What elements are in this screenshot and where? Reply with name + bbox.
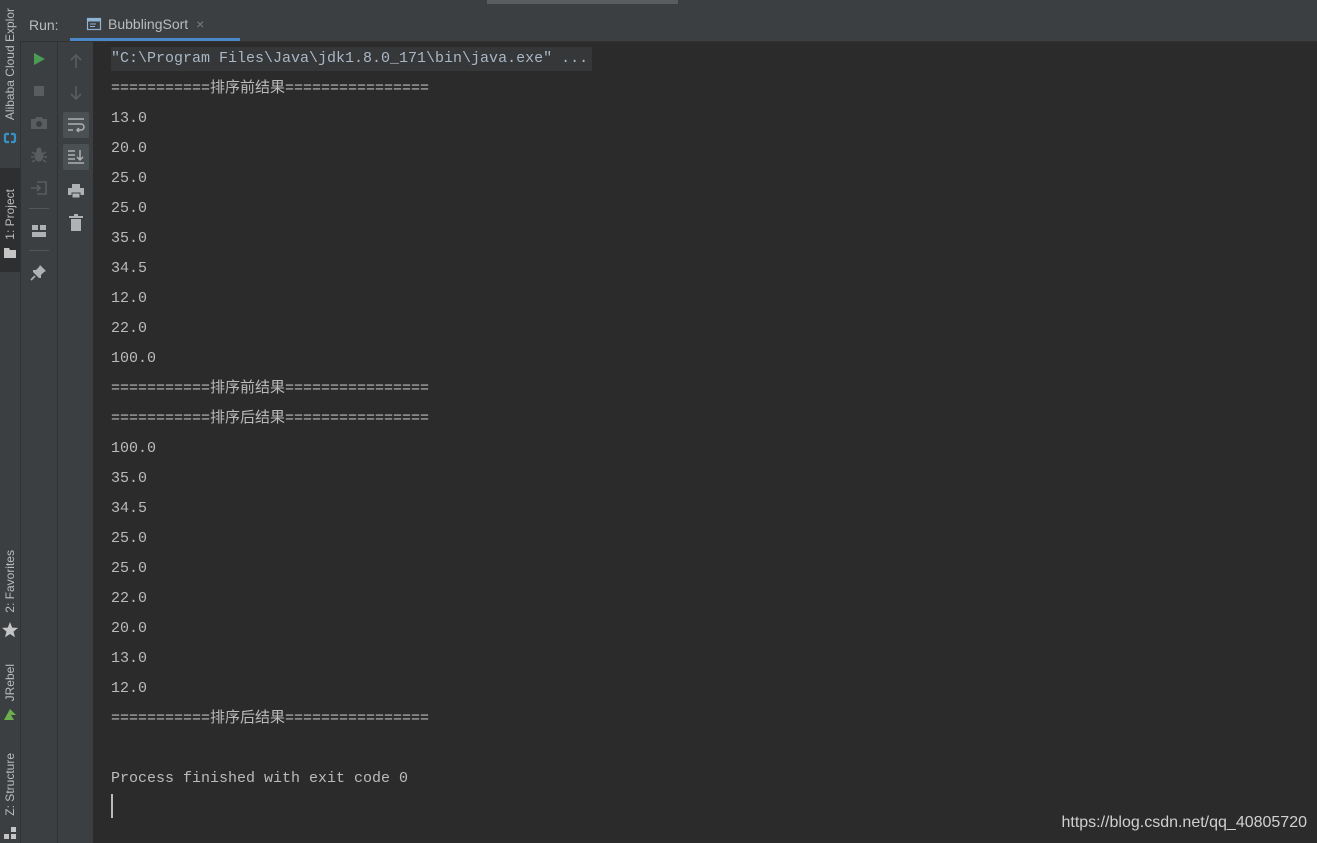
jrebel-tab[interactable]: JRebel — [0, 660, 20, 706]
console-line[interactable]: 13.0 — [111, 647, 147, 671]
scroll-to-end-toggle[interactable] — [63, 144, 89, 170]
run-label: Run: — [29, 17, 59, 33]
console-line[interactable]: 22.0 — [111, 587, 147, 611]
console-line[interactable]: 20.0 — [111, 137, 147, 161]
structure-icon — [4, 827, 16, 839]
clear-all-button[interactable] — [63, 210, 89, 236]
rerun-button[interactable] — [26, 46, 52, 72]
console-line[interactable]: 35.0 — [111, 227, 147, 251]
bug-icon — [31, 147, 47, 163]
watermark: https://blog.csdn.net/qq_40805720 — [1061, 814, 1307, 831]
console-line[interactable]: 34.5 — [111, 497, 147, 521]
jrebel-tab-label: JRebel — [3, 664, 17, 702]
toolbar-separator — [29, 208, 49, 209]
console-line[interactable]: 25.0 — [111, 557, 147, 581]
dump-threads-button[interactable] — [26, 110, 52, 136]
restore-layout-button[interactable] — [26, 175, 52, 201]
next-occurrence-button[interactable] — [63, 80, 89, 106]
star-icon — [2, 622, 18, 638]
console-line[interactable]: 13.0 — [111, 107, 147, 131]
alibaba-cloud-explorer-label: Alibaba Cloud Explor — [3, 7, 17, 121]
left-tool-strip: Alibaba Cloud Explor 1: Project 2: Favor… — [0, 0, 21, 843]
project-tab[interactable]: 1: Project — [0, 168, 20, 272]
console-line[interactable]: ===========排序前结果================ — [111, 77, 429, 101]
scroll-to-end-icon — [68, 150, 84, 164]
console-line[interactable]: Process finished with exit code 0 — [111, 767, 408, 791]
exit-icon — [31, 181, 47, 195]
run-tab-label: BubblingSort — [108, 16, 189, 32]
text-caret — [111, 794, 113, 818]
horizontal-scrollbar-thumb[interactable] — [487, 0, 678, 4]
play-icon — [34, 53, 45, 65]
layout-button[interactable] — [26, 218, 52, 244]
structure-tab[interactable]: Z: Structure — [0, 744, 20, 824]
favorites-tab-label: 2: Favorites — [3, 549, 17, 613]
console-icon — [86, 17, 102, 31]
print-icon — [68, 184, 84, 199]
console-line[interactable]: 20.0 — [111, 617, 147, 641]
console-line[interactable]: 12.0 — [111, 677, 147, 701]
console-line[interactable]: 12.0 — [111, 287, 147, 311]
console-line[interactable]: 100.0 — [111, 347, 156, 371]
console-line[interactable]: 35.0 — [111, 467, 147, 491]
alibaba-cloud-icon — [3, 132, 17, 144]
close-tab-icon[interactable]: × — [196, 16, 204, 32]
command-line[interactable]: "C:\Program Files\Java\jdk1.8.0_171\bin\… — [111, 47, 593, 71]
print-button[interactable] — [63, 178, 89, 204]
pin-icon — [30, 265, 46, 281]
console-line[interactable]: 25.0 — [111, 167, 147, 191]
camera-icon — [31, 117, 47, 129]
favorites-tab[interactable]: 2: Favorites — [0, 540, 20, 622]
arrow-down-icon — [70, 86, 82, 101]
run-toolbar-secondary — [58, 42, 94, 843]
console-line[interactable]: ===========排序后结果================ — [111, 407, 429, 431]
stop-button[interactable] — [26, 78, 52, 104]
alibaba-cloud-explorer-tab[interactable]: Alibaba Cloud Explor — [0, 0, 20, 128]
run-tab-bubblingsort[interactable]: BubblingSort × — [70, 7, 240, 41]
jrebel-icon — [4, 709, 16, 720]
run-panel-header: Run: BubblingSort × — [20, 7, 1317, 42]
debug-button[interactable] — [26, 142, 52, 168]
run-toolbar-primary — [21, 42, 58, 843]
console-line[interactable]: ===========排序后结果================ — [111, 707, 429, 731]
toolbar-separator — [29, 250, 49, 251]
pin-tab-button[interactable] — [26, 259, 52, 285]
layout-icon — [32, 225, 46, 237]
structure-tab-label: Z: Structure — [3, 752, 17, 816]
console-line[interactable]: 100.0 — [111, 437, 156, 461]
console-line[interactable]: 34.5 — [111, 257, 147, 281]
console-line[interactable]: ===========排序前结果================ — [111, 377, 429, 401]
stop-icon — [34, 86, 44, 96]
previous-occurrence-button[interactable] — [63, 48, 89, 74]
trash-icon — [69, 214, 83, 231]
folder-icon — [4, 248, 16, 258]
arrow-up-icon — [70, 53, 82, 68]
top-strip — [20, 0, 1317, 7]
soft-wrap-icon — [68, 118, 85, 133]
project-tab-label: 1: Project — [3, 188, 17, 240]
console-line[interactable]: 25.0 — [111, 197, 147, 221]
active-tab-indicator — [70, 38, 240, 41]
console-line[interactable]: 25.0 — [111, 527, 147, 551]
console-line[interactable]: 22.0 — [111, 317, 147, 341]
soft-wrap-toggle[interactable] — [63, 112, 89, 138]
console-output[interactable]: "C:\Program Files\Java\jdk1.8.0_171\bin\… — [94, 42, 1317, 843]
